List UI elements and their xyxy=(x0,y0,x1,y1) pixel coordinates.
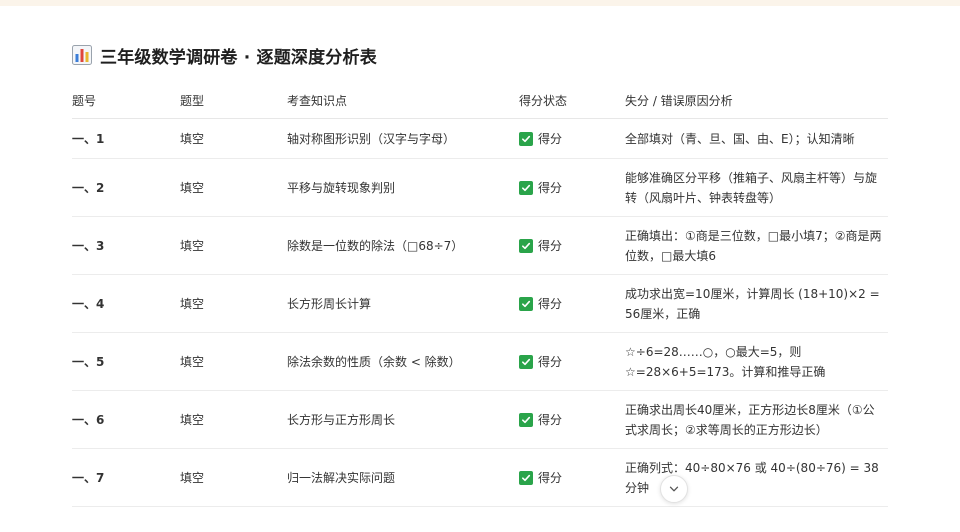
status-label: 得分 xyxy=(538,471,563,485)
page-title: 三年级数学调研卷 · 逐题深度分析表 xyxy=(100,47,377,68)
table-row: 一、6 填空 长方形与正方形周长 得分 正确求出周长40厘米，正方形边长8厘米（①公式求… xyxy=(72,390,888,449)
scroll-down-button[interactable] xyxy=(660,475,688,503)
cell-type: 填空 xyxy=(180,274,287,333)
cell-status: 得分 xyxy=(519,448,625,507)
table-row: 一、1 填空 轴对称图形识别（汉字与字母） 得分 全部填对（青、旦、国、由、E）；认知清… xyxy=(72,118,888,159)
cell-knowledge: 除法余数的性质（余数 < 除数） xyxy=(287,332,519,391)
cell-knowledge: 长方形与正方形周长 xyxy=(287,390,519,449)
cell-type: 填空 xyxy=(180,216,287,275)
check-box xyxy=(519,131,533,146)
cell-knowledge: 除数是一位数的除法（□68÷7） xyxy=(287,216,519,275)
cell-type: 填空 xyxy=(180,118,287,159)
table-row: 一、3 填空 除数是一位数的除法（□68÷7） 得分 正确填出：①商是三位数，□最小填7… xyxy=(72,216,888,275)
check-box xyxy=(519,180,533,195)
status-badge: 得分 xyxy=(519,469,562,486)
header-type: 题型 xyxy=(180,82,287,119)
check-mark-icon xyxy=(522,184,531,191)
cell-reason: 正确求出周长40厘米，正方形边长8厘米（①公式求周长；②求等周长的正方形边长） xyxy=(625,390,888,449)
analysis-card: 三年级数学调研卷 · 逐题深度分析表 题号 题型 考查知识点 得分状态 失分 /… xyxy=(72,38,888,507)
cell-status: 得分 xyxy=(519,216,625,275)
header-num: 题号 xyxy=(72,82,180,119)
header-reason: 失分 / 错误原因分析 xyxy=(625,82,888,119)
status-badge: 得分 xyxy=(519,179,562,196)
status-label: 得分 xyxy=(538,413,563,427)
cell-num: 一、3 xyxy=(72,216,180,275)
check-box xyxy=(519,470,533,485)
cell-num: 一、2 xyxy=(72,158,180,217)
check-box xyxy=(519,296,533,311)
cell-type: 填空 xyxy=(180,448,287,507)
cell-status: 得分 xyxy=(519,390,625,449)
table-row: 一、5 填空 除法余数的性质（余数 < 除数） 得分 ☆÷6=28……○，○最大=5，则… xyxy=(72,332,888,391)
table-row: 一、7 填空 归一法解决实际问题 得分 正确列式：40÷80×76 或 40÷(80÷7… xyxy=(72,448,888,507)
cell-knowledge: 归一法解决实际问题 xyxy=(287,448,519,507)
top-strip xyxy=(0,0,960,6)
cell-status: 得分 xyxy=(519,332,625,391)
cell-reason: 全部填对（青、旦、国、由、E）；认知清晰 xyxy=(625,118,888,159)
cell-num: 一、4 xyxy=(72,274,180,333)
check-mark-icon xyxy=(522,474,531,481)
check-mark-icon xyxy=(522,135,531,142)
status-label: 得分 xyxy=(538,355,563,369)
cell-reason: 成功求出宽=10厘米，计算周长 (18+10)×2 = 56厘米，正确 xyxy=(625,274,888,333)
status-badge: 得分 xyxy=(519,237,562,254)
cell-num: 一、1 xyxy=(72,118,180,159)
cell-num: 一、6 xyxy=(72,390,180,449)
cell-knowledge: 轴对称图形识别（汉字与字母） xyxy=(287,118,519,159)
table-header-row: 题号 题型 考查知识点 得分状态 失分 / 错误原因分析 xyxy=(72,82,888,119)
table-row: 一、4 填空 长方形周长计算 得分 成功求出宽=10厘米，计算周长 (18+10)×2 … xyxy=(72,274,888,333)
cell-type: 填空 xyxy=(180,158,287,217)
status-badge: 得分 xyxy=(519,130,562,147)
check-box xyxy=(519,412,533,427)
status-label: 得分 xyxy=(538,239,563,253)
bar-chart-icon xyxy=(72,45,92,65)
check-mark-icon xyxy=(522,416,531,423)
cell-status: 得分 xyxy=(519,118,625,159)
check-mark-icon xyxy=(522,358,531,365)
chevron-down-icon xyxy=(669,486,679,492)
cell-type: 填空 xyxy=(180,332,287,391)
check-mark-icon xyxy=(522,242,531,249)
cell-reason: ☆÷6=28……○，○最大=5，则☆=28×6+5=173。计算和推导正确 xyxy=(625,332,888,391)
cell-status: 得分 xyxy=(519,274,625,333)
cell-status: 得分 xyxy=(519,158,625,217)
check-box xyxy=(519,238,533,253)
table-row: 一、2 填空 平移与旋转现象判别 得分 能够准确区分平移（推箱子、风扇主杆等）与旋转（风… xyxy=(72,158,888,217)
cell-knowledge: 平移与旋转现象判别 xyxy=(287,158,519,217)
analysis-table: 题号 题型 考查知识点 得分状态 失分 / 错误原因分析 一、1 填空 轴对称图形识… xyxy=(72,82,888,507)
status-badge: 得分 xyxy=(519,353,562,370)
status-badge: 得分 xyxy=(519,295,562,312)
status-label: 得分 xyxy=(538,297,563,311)
cell-num: 一、7 xyxy=(72,448,180,507)
check-box xyxy=(519,354,533,369)
status-label: 得分 xyxy=(538,132,563,146)
cell-reason: 能够准确区分平移（推箱子、风扇主杆等）与旋转（风扇叶片、钟表转盘等） xyxy=(625,158,888,217)
status-badge: 得分 xyxy=(519,411,562,428)
cell-type: 填空 xyxy=(180,390,287,449)
cell-reason: 正确填出：①商是三位数，□最小填7；②商是两位数，□最大填6 xyxy=(625,216,888,275)
header-knowledge: 考查知识点 xyxy=(287,82,519,119)
cell-num: 一、5 xyxy=(72,332,180,391)
check-mark-icon xyxy=(522,300,531,307)
cell-knowledge: 长方形周长计算 xyxy=(287,274,519,333)
status-label: 得分 xyxy=(538,181,563,195)
header-status: 得分状态 xyxy=(519,82,625,119)
title-row: 三年级数学调研卷 · 逐题深度分析表 xyxy=(72,38,888,72)
